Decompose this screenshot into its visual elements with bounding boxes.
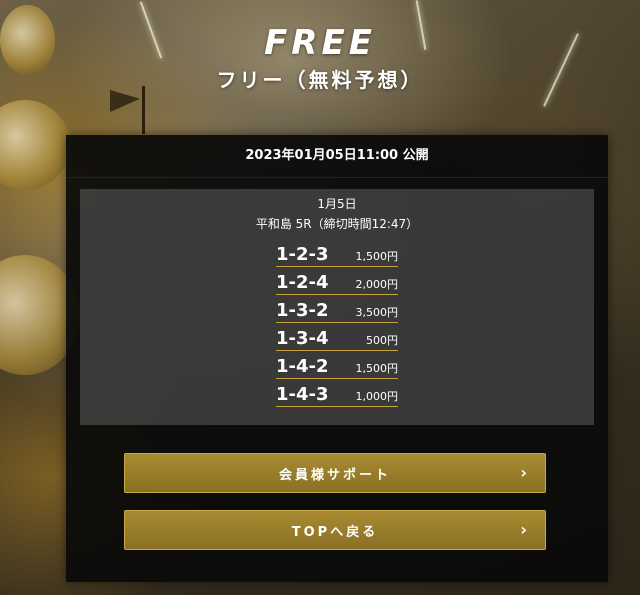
back-to-top-label: TOPへ戻る (291, 524, 379, 540)
page-title: フリー（無料予想） (216, 68, 424, 92)
free-logo: FREE (264, 23, 376, 63)
free-forecast-panel: 2023年01月05日11:00 公開 1月5日 平和島 5R（締切時間12:4… (66, 135, 608, 582)
bet-row: 1-3-2 3,500円 (276, 298, 398, 323)
bet-combination: 1-2-4 (276, 272, 329, 293)
forecast-box: 1月5日 平和島 5R（締切時間12:47） 1-2-3 1,500円 1-2-… (80, 189, 594, 425)
bet-amount: 1,500円 (355, 362, 399, 375)
page-header: FREE フリー（無料予想） (0, 24, 640, 93)
publish-datetime: 2023年01月05日11:00 公開 (66, 135, 608, 178)
bet-amount: 1,500円 (355, 250, 399, 263)
flag-pole-decoration (142, 86, 145, 134)
back-to-top-button[interactable]: TOPへ戻る › (124, 510, 546, 550)
chevron-right-icon: › (520, 520, 527, 539)
race-date: 1月5日 (317, 197, 357, 211)
member-support-label: 会員様サポート (278, 467, 391, 483)
bet-list: 1-2-3 1,500円 1-2-4 2,000円 1-3-2 3,500円 1… (276, 242, 398, 407)
flag-decoration (110, 90, 140, 112)
bet-row: 1-2-3 1,500円 (276, 242, 398, 267)
chevron-right-icon: › (520, 463, 527, 482)
bet-row: 1-3-4 500円 (276, 326, 398, 351)
bet-row: 1-4-3 1,000円 (276, 382, 398, 407)
helmet-decoration (0, 100, 70, 190)
bet-amount: 2,000円 (355, 278, 399, 291)
race-info: 平和島 5R（締切時間12:47） (255, 217, 419, 231)
bet-row: 1-4-2 1,500円 (276, 354, 398, 379)
bet-combination: 1-3-2 (276, 300, 329, 321)
bet-row: 1-2-4 2,000円 (276, 270, 398, 295)
bet-amount: 500円 (366, 334, 398, 347)
bet-combination: 1-2-3 (276, 244, 329, 265)
bet-amount: 3,500円 (355, 306, 399, 319)
bet-amount: 1,000円 (355, 390, 399, 403)
bet-combination: 1-4-2 (276, 356, 329, 377)
bet-combination: 1-3-4 (276, 328, 329, 349)
member-support-button[interactable]: 会員様サポート › (124, 453, 546, 493)
bet-combination: 1-4-3 (276, 384, 329, 405)
